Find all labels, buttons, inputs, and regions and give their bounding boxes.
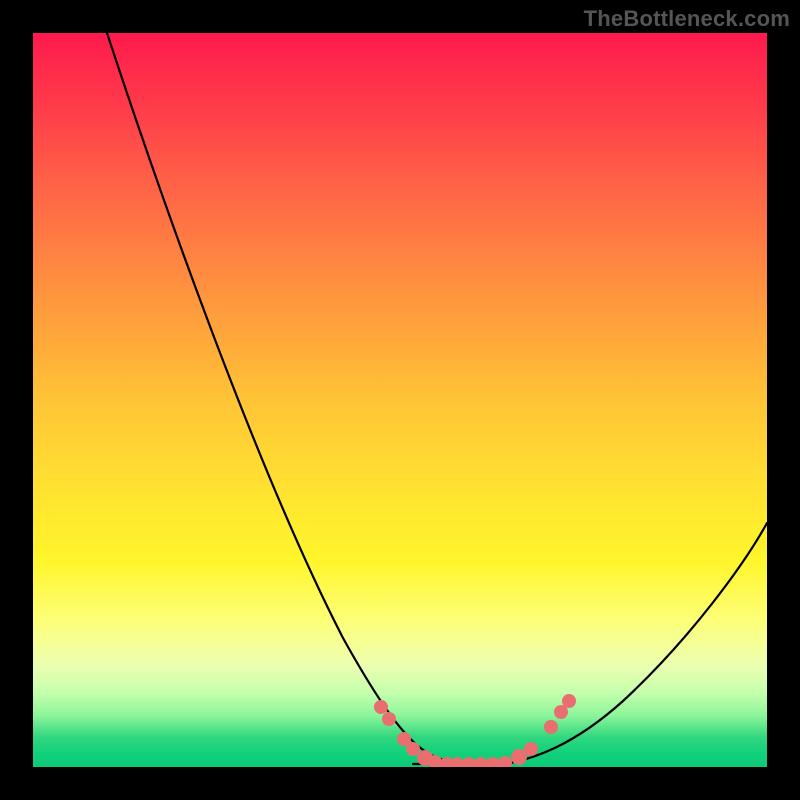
marker-point [474, 757, 488, 767]
marker-point [524, 742, 538, 756]
marker-point [406, 742, 420, 756]
marker-point [562, 694, 576, 708]
curve-left [107, 33, 469, 764]
marker-point [382, 712, 396, 726]
marker-point [462, 757, 476, 767]
marker-point [374, 700, 388, 714]
chart-svg [33, 33, 767, 767]
marker-point [486, 757, 500, 767]
watermark-text: TheBottleneck.com [584, 6, 790, 32]
marker-point [498, 756, 512, 767]
chart-plot-area [33, 33, 767, 767]
markers-group [374, 694, 576, 767]
marker-point [544, 720, 558, 734]
chart-frame: TheBottleneck.com [0, 0, 800, 800]
marker-point [450, 757, 464, 767]
